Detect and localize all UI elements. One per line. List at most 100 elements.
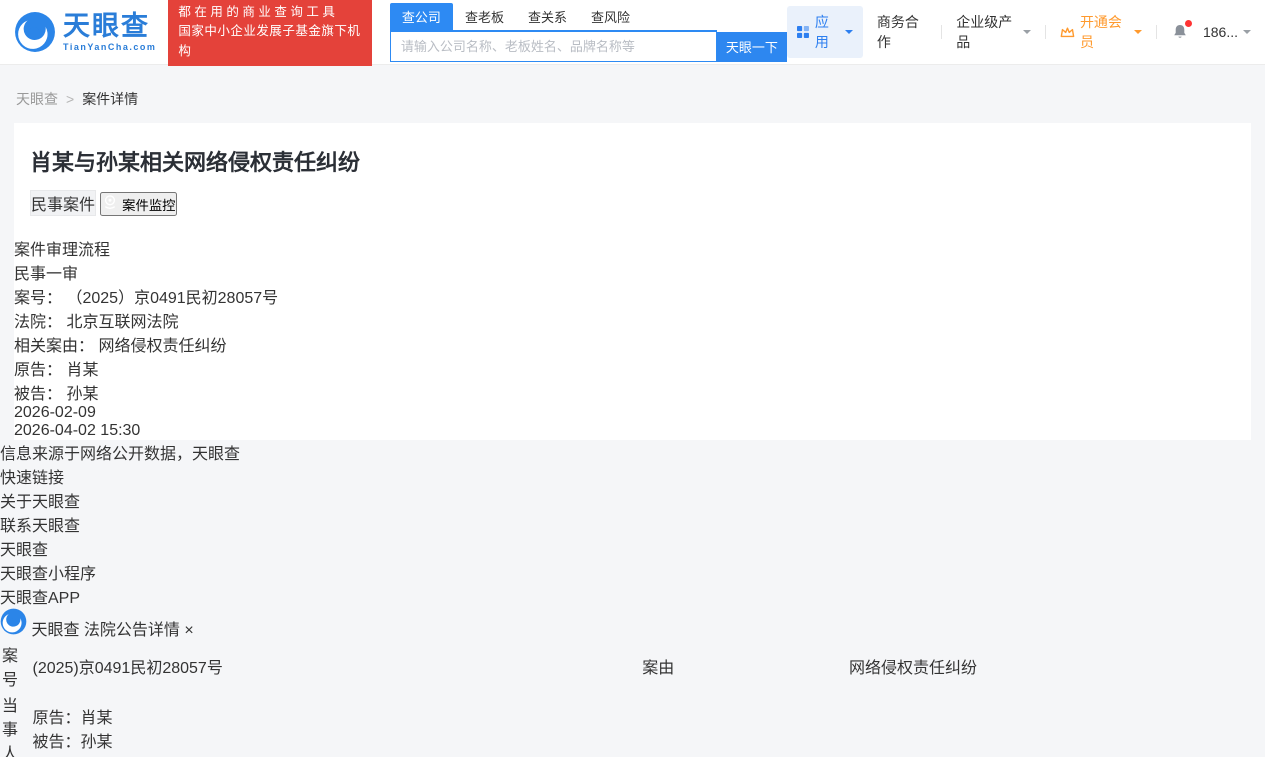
modal-body: 案号 (2025)京0491民初28057号 案由 网络侵权责任纠纷 当事人 原… [0,640,1265,757]
search-tab-risk[interactable]: 查风险 [579,3,642,30]
nav-vip[interactable]: 开通会员 [1060,12,1142,52]
brand-domain: TianYanCha.com [63,43,156,52]
field-label: 法院： [14,314,62,331]
plaintiff-line: 原告：肖某 [32,704,1263,728]
field-value: 孙某 [66,386,98,403]
section-title: 案件审理流程 [14,236,1251,260]
announcement-table: 案号 (2025)京0491民初28057号 案由 网络侵权责任纠纷 当事人 原… [0,640,1265,757]
footer-about[interactable]: 关于天眼查 [0,488,1265,512]
case-monitor-button[interactable]: 案件监控 [100,192,177,216]
chevron-down-icon [1023,30,1031,38]
stage-header: 民事一审 [14,260,1251,284]
case-no-value: (2025)京0491民初28057号 [32,642,640,690]
app-grid-icon [797,25,809,39]
breadcrumb-current: 案件详情 [82,89,138,109]
slogan-badge: 都在用的商业查询工具 国家中小企业发展子基金旗下机构 [168,0,372,66]
field-case-number: 案号： （2025）京0491民初28057号 [14,284,1251,308]
page-footer: 快速链接 关于天眼查 联系天眼查 天眼查 天眼查小程序 天眼查APP [0,464,1265,608]
case-fields: 案号： （2025）京0491民初28057号 法院： 北京互联网法院 相关案由… [14,284,1251,404]
search-input[interactable] [390,32,717,62]
modal-title: 法院公告详情 [84,622,180,639]
footer-tianyancha[interactable]: 天眼查 [0,536,1265,560]
field-label: 案号： [14,290,62,307]
case-type-badge: 民事案件 [30,190,96,216]
page-title: 肖某与孙某相关网络侵权责任纠纷 [30,145,1235,177]
header-nav: 应用 商务合作 企业级产品 开通会员 [787,6,1251,58]
defendant-line: 被告：孙某 [32,728,1263,752]
apps-menu[interactable]: 应用 [787,6,863,58]
divider [1045,25,1046,39]
breadcrumb-separator: > [66,91,74,107]
modal-brand: 天眼查 [31,622,79,639]
tianyancha-logo-icon [14,11,56,53]
case-title-card: 肖某与孙某相关网络侵权责任纠纷 民事案件 案件监控 [14,123,1251,236]
divider [941,25,942,39]
chevron-down-icon [1134,30,1142,38]
notification-dot [1185,20,1192,27]
field-label: 被告： [14,386,62,403]
case-flow-card: 案件审理流程 民事一审 案号： （2025）京0491民初28057号 法院： … [14,236,1251,440]
field-label: 相关案由： [14,338,94,355]
stage-title: 民事一审 [14,266,78,283]
footer-quick-links[interactable]: 快速链接 [0,464,1265,488]
field-plaintiff: 原告： 肖某 [14,356,1251,380]
party-label: 当事人 [2,692,30,757]
footer-contact[interactable]: 联系天眼查 [0,512,1265,536]
footer-col-label: 天眼查APP [0,590,80,607]
timeline-date: 2026-04-02 15:30 [14,422,140,439]
field-value: （2025）京0491民初28057号 [66,290,278,307]
page-root: 天眼查 TianYanCha.com 都在用的商业查询工具 国家中小企业发展子基… [0,0,1265,608]
nav-cooperation[interactable]: 商务合作 [877,12,928,52]
case-no-label: 案号 [2,642,30,690]
field-cause: 相关案由： 网络侵权责任纠纷 [14,332,1251,356]
search-tab-boss[interactable]: 查老板 [453,3,516,30]
party-value: 原告：肖某 被告：孙某 [32,692,1263,757]
notifications-button[interactable] [1171,23,1189,41]
modal-header: 天眼查 法院公告详情 × [0,608,1265,640]
vip-label: 开通会员 [1080,12,1129,52]
tianyancha-logo-icon [0,608,27,635]
table-row: 案号 (2025)京0491民初28057号 案由 网络侵权责任纠纷 [2,642,1263,690]
table-row: 当事人 原告：肖某 被告：孙某 [2,692,1263,757]
nav-enterprise[interactable]: 企业级产品 [956,12,1031,52]
footer-col-label: 关于天眼查 [0,494,80,511]
search-button[interactable]: 天眼一下 [717,32,787,62]
tianyancha-logo[interactable]: 天眼查 TianYanCha.com [14,11,156,53]
top-header: 天眼查 TianYanCha.com 都在用的商业查询工具 国家中小企业发展子基… [0,0,1265,65]
apps-label: 应用 [815,12,839,52]
field-value: 网络侵权责任纠纷 [98,338,226,355]
close-icon[interactable]: × [184,622,193,639]
field-court: 法院： 北京互联网法院 [14,308,1251,332]
footer-col-label: 天眼查 [0,542,48,559]
monitor-camera-icon [102,194,118,210]
chevron-down-icon [1243,30,1251,38]
footer-mini-program[interactable]: 天眼查小程序 [0,560,1265,584]
slogan-line-2: 国家中小企业发展子基金旗下机构 [178,22,362,61]
case-monitor-label: 案件监控 [122,198,175,213]
footer-col-label: 快速链接 [0,470,64,487]
chevron-down-icon [845,30,853,38]
account-phone: 186... [1203,24,1238,40]
cause-label: 案由 [642,642,847,690]
timeline-date: 2026-02-09 [14,404,96,421]
cause-value: 网络侵权责任纠纷 [849,642,1263,690]
footer-app[interactable]: 天眼查APP [0,584,1265,608]
account-menu[interactable]: 186... [1203,24,1251,40]
data-source-disclaimer: 信息来源于网络公开数据，天眼查 [0,440,1265,464]
field-value: 北京互联网法院 [66,314,178,331]
search-area: 查公司 查老板 查关系 查风险 天眼一下 [390,3,787,62]
divider [1156,25,1157,39]
breadcrumb: 天眼查 > 案件详情 [0,65,1265,123]
breadcrumb-home[interactable]: 天眼查 [16,89,58,109]
court-announcement-modal: 天眼查 法院公告详情 × 案号 (2025)京0491民初28057号 案由 网… [0,608,1265,757]
slogan-line-1: 都在用的商业查询工具 [178,3,362,22]
search-tab-relation[interactable]: 查关系 [516,3,579,30]
crown-icon [1060,25,1075,40]
search-tabs: 查公司 查老板 查关系 查风险 [390,3,717,32]
field-defendant: 被告： 孙某 [14,380,1251,404]
enterprise-label: 企业级产品 [956,12,1018,52]
footer-col-label: 天眼查小程序 [0,566,96,583]
timeline-entry: 2026-04-02 15:30 [14,422,1251,440]
search-tab-company[interactable]: 查公司 [390,3,453,30]
timeline-entry: 2026-02-09 [14,404,1251,422]
